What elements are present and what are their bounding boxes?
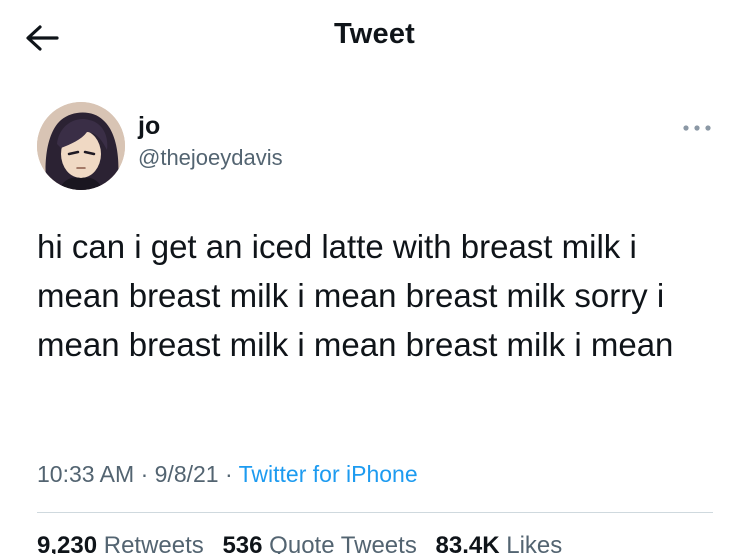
tweet-source-link[interactable]: Twitter for iPhone — [239, 461, 418, 487]
meta-separator: · — [224, 461, 233, 487]
quote-tweets-label: Quote Tweets — [269, 532, 417, 554]
author-display-name[interactable]: jo — [138, 112, 160, 141]
page-title: Tweet — [333, 18, 416, 50]
likes-label: Likes — [506, 532, 563, 554]
tweet-stats: 9,230 Retweets 536 Quote Tweets 83.4K Li… — [37, 532, 574, 554]
quote-tweets-stat[interactable]: 536 Quote Tweets — [222, 532, 416, 554]
tweet-meta: 10:33 AM · 9/8/21 · Twitter for iPhone — [37, 461, 418, 488]
likes-count: 83.4K — [435, 532, 500, 554]
divider — [37, 512, 713, 513]
avatar[interactable] — [37, 102, 125, 190]
tweet-text: hi can i get an iced latte with breast m… — [37, 228, 674, 363]
retweets-count: 9,230 — [37, 532, 98, 554]
tweet-date[interactable]: 9/8/21 — [155, 461, 219, 487]
avatar-image — [37, 102, 125, 190]
tweet-time[interactable]: 10:33 AM — [37, 461, 134, 487]
ellipsis-icon — [683, 125, 711, 131]
retweets-label: Retweets — [103, 532, 204, 554]
meta-separator: · — [140, 461, 149, 487]
tweet-page: Tweet jo @thejoeydavis hi can i get an i… — [0, 0, 749, 554]
likes-stat[interactable]: 83.4K Likes — [436, 532, 563, 554]
author-handle[interactable]: @thejoeydavis — [138, 145, 283, 171]
quote-tweets-count: 536 — [222, 532, 263, 554]
more-options-button[interactable] — [680, 118, 714, 138]
header: Tweet — [0, 0, 749, 76]
retweets-stat[interactable]: 9,230 Retweets — [37, 532, 204, 554]
